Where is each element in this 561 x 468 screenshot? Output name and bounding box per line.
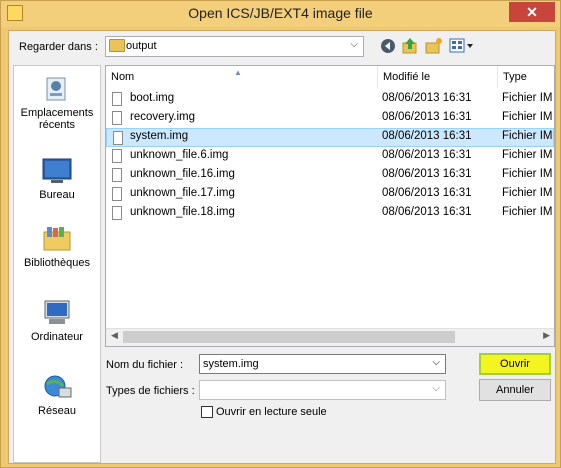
up-folder-icon[interactable] (401, 37, 419, 55)
sort-ascending-icon: ▲ (234, 68, 242, 77)
file-icon (112, 206, 122, 220)
chevron-down-icon[interactable]: ⌵ (432, 383, 440, 394)
file-type: Fichier IM (502, 130, 553, 142)
file-list[interactable]: ▲ Nom Modifié le Type boot.img 08/06/201… (105, 65, 555, 347)
file-name: boot.img (130, 92, 175, 104)
file-type: Fichier IM (502, 149, 553, 161)
file-row[interactable]: recovery.img 08/06/2013 16:31 Fichier IM (106, 109, 554, 128)
readonly-label[interactable]: Ouvrir en lecture seule (216, 406, 327, 418)
dialog-body: Regarder dans : output ⌵ Emplacements ré… (8, 30, 556, 464)
file-type: Fichier IM (502, 168, 553, 180)
recent-places-icon (41, 74, 73, 104)
file-modified: 08/06/2013 16:31 (382, 187, 472, 199)
file-icon (112, 111, 122, 125)
scrollbar-thumb[interactable] (123, 331, 455, 343)
file-type: Fichier IM (502, 187, 553, 199)
file-name: unknown_file.18.img (130, 206, 235, 218)
folder-icon (109, 39, 125, 52)
file-name: unknown_file.17.img (130, 187, 235, 199)
column-header-modified[interactable]: Modifié le (378, 66, 498, 88)
lookin-label: Regarder dans : (19, 41, 98, 53)
file-row[interactable]: unknown_file.16.img 08/06/2013 16:31 Fic… (106, 166, 554, 185)
file-icon (112, 92, 122, 106)
place-label: Emplacements récents (20, 107, 94, 131)
filename-value: system.img (203, 358, 259, 370)
back-icon[interactable] (379, 37, 397, 55)
chevron-down-icon: ⌵ (350, 39, 358, 50)
places-bar: Emplacements récents Bureau Bibliothèque… (13, 65, 101, 463)
place-label: Bibliothèques (23, 257, 91, 269)
file-row[interactable]: unknown_file.6.img 08/06/2013 16:31 Fich… (106, 147, 554, 166)
file-icon (112, 187, 122, 201)
file-modified: 08/06/2013 16:31 (382, 149, 472, 161)
file-name: system.img (130, 130, 189, 142)
file-type: Fichier IM (502, 111, 553, 123)
title-bar[interactable]: Open ICS/JB/EXT4 image file ✕ (1, 1, 560, 27)
filename-label: Nom du fichier : (106, 359, 184, 371)
dialog-window: Open ICS/JB/EXT4 image file ✕ Regarder d… (0, 0, 561, 468)
horizontal-scrollbar[interactable]: ◀ ▶ (106, 328, 554, 346)
file-type: Fichier IM (502, 92, 553, 104)
filetypes-label: Types de fichiers : (106, 385, 195, 397)
file-icon (113, 131, 123, 145)
file-row-selected[interactable]: system.img 08/06/2013 16:31 Fichier IM (106, 128, 554, 147)
place-recent[interactable]: Emplacements récents (14, 74, 100, 131)
place-label: Ordinateur (31, 331, 83, 343)
view-menu-icon[interactable] (449, 37, 475, 55)
filename-combobox[interactable]: system.img ⌵ (199, 354, 446, 374)
file-icon (112, 149, 122, 163)
place-network[interactable]: Réseau (14, 372, 100, 417)
file-modified: 08/06/2013 16:31 (382, 92, 472, 104)
new-folder-icon[interactable] (425, 37, 443, 55)
column-header-type[interactable]: Type (498, 66, 554, 88)
file-modified: 08/06/2013 16:31 (382, 206, 472, 218)
file-icon (112, 168, 122, 182)
file-modified: 08/06/2013 16:31 (382, 168, 472, 180)
file-name: unknown_file.6.img (130, 149, 229, 161)
lookin-combobox[interactable]: output ⌵ (105, 36, 364, 57)
filetypes-combobox[interactable]: ⌵ (199, 380, 446, 400)
network-icon (41, 372, 73, 402)
scroll-left-icon[interactable]: ◀ (111, 330, 118, 341)
file-row[interactable]: unknown_file.18.img 08/06/2013 16:31 Fic… (106, 204, 554, 223)
chevron-down-icon[interactable]: ⌵ (432, 357, 440, 368)
file-name: recovery.img (130, 111, 195, 123)
place-desktop[interactable]: Bureau (14, 156, 100, 201)
file-modified: 08/06/2013 16:31 (382, 111, 472, 123)
readonly-checkbox[interactable] (201, 406, 213, 418)
place-libraries[interactable]: Bibliothèques (14, 224, 100, 269)
lookin-value: output (126, 40, 157, 52)
file-name: unknown_file.16.img (130, 168, 235, 180)
file-type: Fichier IM (502, 206, 553, 218)
cancel-button[interactable]: Annuler (479, 379, 551, 401)
place-label: Réseau (38, 405, 76, 417)
computer-icon (41, 298, 73, 328)
window-title: Open ICS/JB/EXT4 image file (188, 5, 373, 21)
place-label: Bureau (39, 189, 75, 201)
file-row[interactable]: boot.img 08/06/2013 16:31 Fichier IM (106, 90, 554, 109)
open-button[interactable]: Ouvrir (479, 353, 551, 375)
libraries-icon (41, 224, 73, 254)
column-header-name[interactable]: ▲ Nom (106, 66, 378, 88)
file-modified: 08/06/2013 16:31 (382, 130, 472, 142)
scroll-right-icon[interactable]: ▶ (543, 330, 550, 341)
file-row[interactable]: unknown_file.17.img 08/06/2013 16:31 Fic… (106, 185, 554, 204)
place-computer[interactable]: Ordinateur (14, 298, 100, 343)
desktop-icon (41, 156, 73, 186)
close-button[interactable]: ✕ (509, 2, 555, 22)
